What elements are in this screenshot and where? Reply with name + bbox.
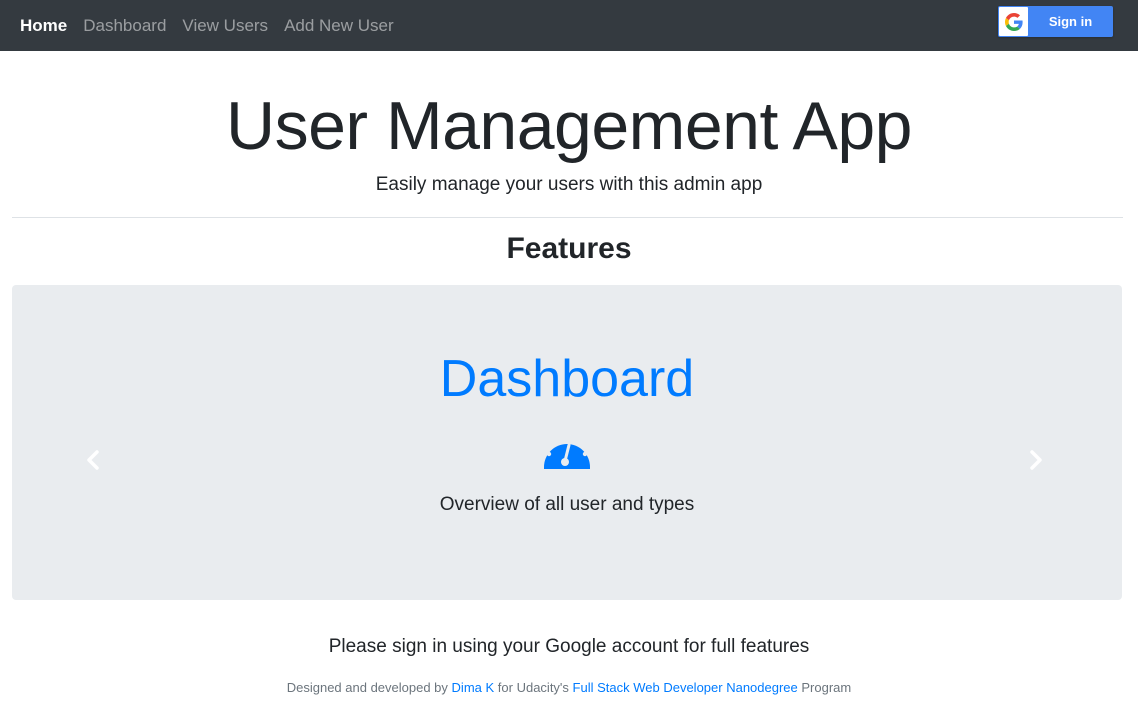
credits-prefix: Designed and developed by xyxy=(286,680,448,695)
nav-home-link[interactable]: Home xyxy=(20,0,67,51)
nav-view-users-link[interactable]: View Users xyxy=(182,0,268,51)
chevron-left-icon xyxy=(87,450,99,470)
chevron-right-icon xyxy=(1030,450,1042,470)
program-link[interactable]: Full Stack Web Developer Nanodegree xyxy=(573,680,798,695)
nav-add-new-user-link[interactable]: Add New User xyxy=(284,0,394,51)
features-heading: Features xyxy=(506,232,632,265)
slide-description: Overview of all user and types xyxy=(439,494,695,515)
signin-label: Sign in xyxy=(1048,14,1093,29)
google-g-icon xyxy=(999,7,1028,36)
slide-title-link[interactable]: Dashboard xyxy=(12,347,1122,411)
carousel-prev-button[interactable] xyxy=(78,447,108,473)
page-subtitle: Easily manage your users with this admin… xyxy=(375,174,763,195)
signin-note: Please sign in using your Google account… xyxy=(328,636,810,657)
tachometer-icon xyxy=(542,431,592,471)
page-title: User Management App xyxy=(225,88,913,164)
footer-credits: Designed and developed by Dima K for Uda… xyxy=(0,680,1138,695)
features-carousel: Dashboard Overview of all user and types xyxy=(12,285,1122,600)
carousel-next-button[interactable] xyxy=(1021,447,1051,473)
credits-suffix: Program xyxy=(801,680,852,695)
top-navbar: Home Dashboard View Users Add New User S… xyxy=(0,0,1138,51)
nav-links: Home Dashboard View Users Add New User xyxy=(0,0,410,51)
credits-middle: for Udacity's xyxy=(497,680,569,695)
divider xyxy=(12,217,1123,218)
author-link[interactable]: Dima K xyxy=(452,680,495,695)
google-signin-button[interactable]: Sign in xyxy=(998,6,1113,37)
nav-dashboard-link[interactable]: Dashboard xyxy=(83,0,166,51)
